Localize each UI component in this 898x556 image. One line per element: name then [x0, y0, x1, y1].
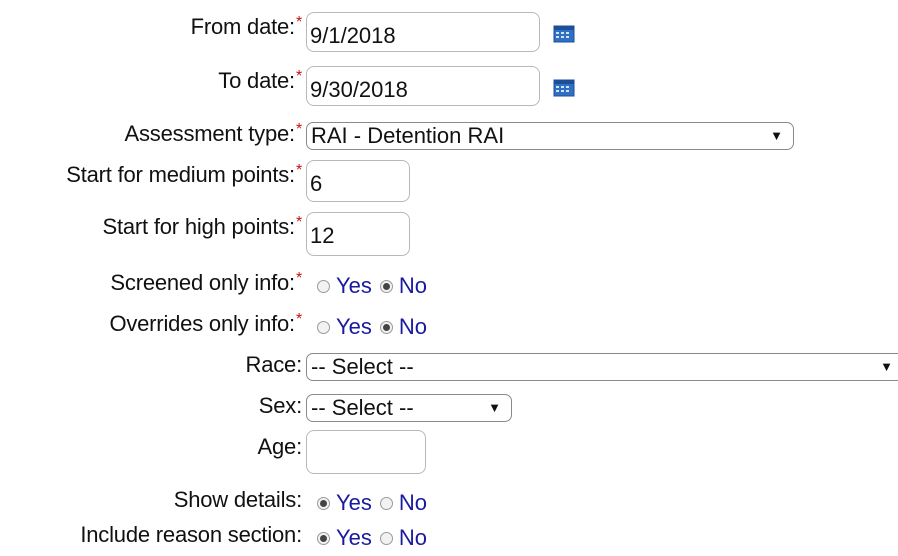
required-mark: * — [295, 121, 302, 138]
yes-label[interactable]: Yes — [336, 314, 372, 339]
from-date-input[interactable]: 9/1/2018 — [306, 12, 540, 52]
to-date-row: To date:* 9/30/2018 — [0, 66, 898, 112]
race-select[interactable]: -- Select -- ▼ — [306, 353, 898, 381]
yes-label[interactable]: Yes — [336, 525, 372, 550]
no-label[interactable]: No — [399, 525, 427, 550]
high-points-label: Start for high points:* — [102, 214, 302, 239]
sex-label: Sex: — [258, 393, 302, 418]
required-mark: * — [295, 162, 302, 179]
required-mark: * — [295, 214, 302, 231]
screened-only-no-radio[interactable] — [379, 279, 393, 293]
chevron-down-icon: ▼ — [880, 359, 893, 374]
required-mark: * — [295, 311, 302, 328]
required-mark: * — [295, 270, 302, 287]
sex-select[interactable]: -- Select -- ▼ — [306, 394, 512, 422]
assessment-type-label: Assessment type:* — [124, 121, 303, 146]
yes-label[interactable]: Yes — [336, 273, 372, 298]
assessment-type-select[interactable]: RAI - Detention RAI ▼ — [306, 122, 794, 150]
overrides-only-label: Overrides only info:* — [109, 311, 302, 336]
high-points-row: Start for high points:* 12 — [0, 212, 898, 258]
yes-label[interactable]: Yes — [336, 490, 372, 515]
chevron-down-icon: ▼ — [488, 400, 501, 415]
no-label[interactable]: No — [399, 490, 427, 515]
no-label[interactable]: No — [399, 273, 427, 298]
required-mark: * — [295, 14, 302, 31]
high-points-input[interactable]: 12 — [306, 212, 410, 256]
age-input[interactable] — [306, 430, 426, 474]
age-row: Age: — [0, 430, 898, 476]
medium-points-row: Start for medium points:* 6 — [0, 160, 898, 204]
include-reason-yes-radio[interactable] — [317, 531, 330, 545]
include-reason-no-radio[interactable] — [379, 531, 393, 545]
from-date-label: From date:* — [190, 14, 303, 39]
sex-row: Sex: -- Select -- ▼ — [0, 393, 898, 423]
medium-points-input[interactable]: 6 — [306, 160, 410, 202]
screened-only-row: Screened only info:* Yes No — [0, 270, 898, 300]
to-date-label: To date:* — [218, 68, 302, 93]
show-details-no-radio[interactable] — [379, 496, 393, 510]
screened-only-yes-radio[interactable] — [317, 279, 330, 293]
overrides-only-no-radio[interactable] — [379, 320, 393, 334]
show-details-yes-radio[interactable] — [317, 496, 330, 510]
to-date-input[interactable]: 9/30/2018 — [306, 66, 540, 106]
calendar-icon[interactable] — [553, 25, 575, 43]
no-label[interactable]: No — [399, 314, 427, 339]
overrides-only-radios: Yes No — [317, 314, 427, 340]
include-reason-row: Include reason section: Yes No — [0, 522, 898, 552]
show-details-label: Show details: — [173, 487, 302, 512]
assessment-type-row: Assessment type:* RAI - Detention RAI ▼ — [0, 121, 898, 153]
overrides-only-row: Overrides only info:* Yes No — [0, 311, 898, 341]
show-details-row: Show details: Yes No — [0, 487, 898, 517]
calendar-icon[interactable] — [553, 79, 575, 97]
from-date-row: From date:* 9/1/2018 — [0, 12, 898, 58]
show-details-radios: Yes No — [317, 490, 427, 516]
race-label: Race: — [245, 352, 303, 377]
required-mark: * — [295, 68, 302, 85]
medium-points-label: Start for medium points:* — [66, 162, 302, 187]
race-row: Race: -- Select -- ▼ — [0, 352, 898, 382]
chevron-down-icon: ▼ — [770, 128, 783, 143]
include-reason-label: Include reason section: — [80, 522, 302, 547]
include-reason-radios: Yes No — [317, 525, 427, 551]
overrides-only-yes-radio[interactable] — [317, 320, 330, 334]
screened-only-radios: Yes No — [317, 273, 427, 299]
age-label: Age: — [257, 434, 303, 459]
screened-only-label: Screened only info:* — [110, 270, 302, 295]
